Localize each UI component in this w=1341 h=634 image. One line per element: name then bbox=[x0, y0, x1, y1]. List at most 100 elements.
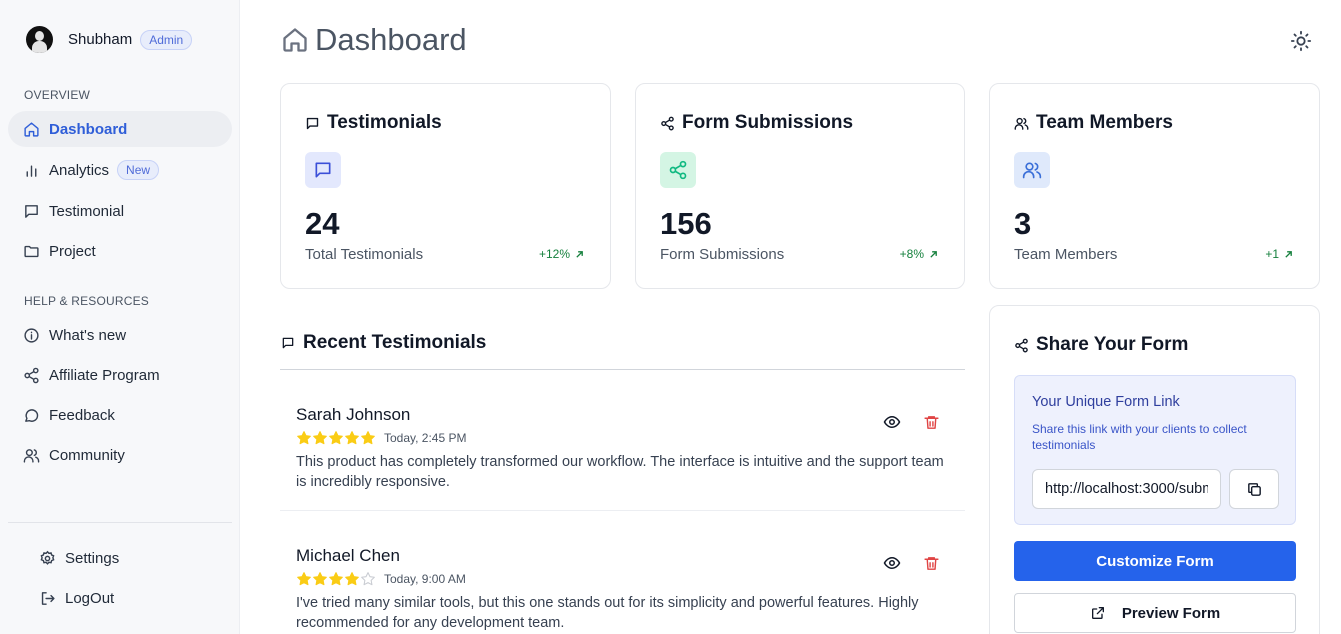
stat-change: +8% bbox=[900, 247, 938, 261]
message-icon bbox=[281, 336, 295, 350]
stat-card-header: Testimonials bbox=[305, 112, 442, 134]
eye-icon[interactable] bbox=[883, 413, 901, 431]
stat-card-header: Form Submissions bbox=[660, 112, 853, 134]
star-filled-icon bbox=[328, 430, 344, 446]
share-form-header: Share Your Form bbox=[1014, 334, 1188, 356]
star-rating bbox=[296, 571, 376, 587]
stat-label: Total Testimonials bbox=[305, 246, 424, 263]
testimonial-author: Michael Chen bbox=[296, 546, 400, 565]
sidebar-item-whats-new[interactable]: What's new bbox=[8, 317, 232, 353]
message-icon bbox=[305, 116, 320, 131]
form-link-box: Your Unique Form Link Share this link wi… bbox=[1014, 375, 1296, 525]
sidebar-item-label: LogOut bbox=[65, 589, 115, 607]
button-label: Preview Form bbox=[1121, 604, 1221, 622]
star-empty-icon bbox=[360, 571, 376, 587]
section-label-overview: OVERVIEW bbox=[24, 88, 91, 102]
user-name: Shubham bbox=[68, 31, 133, 48]
stat-value: 3 bbox=[1014, 206, 1032, 241]
info-icon bbox=[23, 327, 40, 344]
share-icon bbox=[1014, 338, 1029, 353]
sidebar-item-project[interactable]: Project bbox=[8, 233, 232, 269]
arrow-up-right-icon bbox=[575, 250, 584, 259]
page-title: Dashboard bbox=[281, 22, 467, 58]
sidebar: Shubham Admin OVERVIEW Dashboard Analyti… bbox=[0, 0, 240, 634]
stat-card-title: Testimonials bbox=[327, 112, 442, 133]
stat-change-value: +12% bbox=[538, 247, 570, 261]
share-icon bbox=[668, 160, 688, 180]
sidebar-item-feedback[interactable]: Feedback bbox=[8, 397, 232, 433]
stat-change-value: +8% bbox=[899, 247, 924, 261]
sidebar-item-label: Settings bbox=[65, 549, 120, 567]
eye-icon[interactable] bbox=[883, 554, 901, 572]
stat-label: Form Submissions bbox=[660, 246, 785, 263]
star-filled-icon bbox=[360, 430, 376, 446]
sidebar-item-label: Affiliate Program bbox=[49, 366, 160, 384]
sidebar-item-dashboard[interactable]: Dashboard bbox=[8, 111, 232, 147]
sidebar-divider bbox=[8, 522, 232, 523]
preview-form-button[interactable]: Preview Form bbox=[1014, 593, 1296, 633]
gear-icon bbox=[39, 550, 56, 567]
customize-form-button[interactable]: Customize Form bbox=[1014, 541, 1296, 581]
avatar bbox=[26, 26, 53, 53]
share-icon bbox=[23, 367, 40, 384]
logout-icon bbox=[39, 590, 56, 607]
star-filled-icon bbox=[312, 571, 328, 587]
users-icon bbox=[23, 447, 40, 464]
testimonial-text: I've tried many similar tools, but this … bbox=[296, 595, 919, 631]
message-icon bbox=[313, 160, 333, 180]
user-profile[interactable]: Shubham Admin bbox=[26, 26, 193, 53]
form-link-input[interactable] bbox=[1032, 469, 1221, 509]
trash-icon[interactable] bbox=[923, 555, 940, 572]
testimonial-time: Today, 9:00 AM bbox=[384, 572, 466, 586]
recent-testimonials-header: Recent Testimonials bbox=[281, 332, 486, 354]
bar-chart-icon bbox=[23, 162, 40, 179]
sidebar-item-testimonial[interactable]: Testimonial bbox=[8, 193, 232, 229]
sidebar-item-settings[interactable]: Settings bbox=[24, 540, 232, 576]
users-icon bbox=[1022, 160, 1042, 180]
folder-icon bbox=[23, 243, 40, 260]
sun-icon[interactable] bbox=[1290, 30, 1312, 52]
home-icon bbox=[23, 121, 40, 138]
trash-icon[interactable] bbox=[923, 414, 940, 431]
stat-card-testimonials: Testimonials 24 Total Testimonials +12% bbox=[280, 83, 611, 289]
message-icon bbox=[23, 203, 40, 220]
sidebar-item-label: What's new bbox=[49, 326, 127, 344]
stat-label: Team Members bbox=[1014, 246, 1118, 263]
testimonial-item: Sarah Johnson Today, 2:45 PM This produc… bbox=[296, 405, 956, 492]
users-icon bbox=[1014, 116, 1029, 131]
star-filled-icon bbox=[328, 571, 344, 587]
stat-card-team-members: Team Members 3 Team Members +1 bbox=[989, 83, 1320, 289]
sidebar-item-logout[interactable]: LogOut bbox=[24, 580, 232, 616]
new-badge: New bbox=[117, 160, 160, 180]
home-icon bbox=[281, 26, 309, 54]
sidebar-item-label: Analytics bbox=[49, 161, 110, 179]
form-link-title: Your Unique Form Link bbox=[1032, 394, 1180, 410]
sidebar-item-label: Community bbox=[49, 446, 125, 464]
sidebar-item-label: Dashboard bbox=[49, 120, 128, 138]
star-filled-icon bbox=[344, 430, 360, 446]
sidebar-item-label: Project bbox=[49, 242, 96, 260]
stat-change: +1 bbox=[1265, 247, 1293, 261]
stat-icon-tile bbox=[305, 152, 341, 188]
form-link-description: Share this link with your clients to col… bbox=[1032, 422, 1247, 452]
testimonial-time: Today, 2:45 PM bbox=[384, 431, 467, 445]
sidebar-item-community[interactable]: Community bbox=[8, 437, 232, 473]
role-badge: Admin bbox=[140, 29, 193, 50]
copy-link-button[interactable] bbox=[1229, 469, 1279, 509]
stat-card-header: Team Members bbox=[1014, 112, 1173, 134]
copy-icon bbox=[1246, 481, 1263, 498]
stat-change: +12% bbox=[539, 247, 584, 261]
sidebar-item-affiliate[interactable]: Affiliate Program bbox=[8, 357, 232, 393]
star-filled-icon bbox=[296, 571, 312, 587]
stat-value: 156 bbox=[660, 206, 712, 241]
sidebar-item-analytics[interactable]: Analytics New bbox=[8, 152, 232, 188]
testimonial-author: Sarah Johnson bbox=[296, 405, 411, 424]
message-circle-icon bbox=[23, 407, 40, 424]
section-label-help: HELP & RESOURCES bbox=[24, 294, 150, 308]
share-form-title: Share Your Form bbox=[1036, 334, 1189, 355]
share-form-card: Share Your Form Your Unique Form Link Sh… bbox=[989, 305, 1320, 634]
star-rating bbox=[296, 430, 376, 446]
share-icon bbox=[660, 116, 675, 131]
section-title: Recent Testimonials bbox=[303, 332, 487, 353]
external-link-icon bbox=[1090, 605, 1106, 621]
